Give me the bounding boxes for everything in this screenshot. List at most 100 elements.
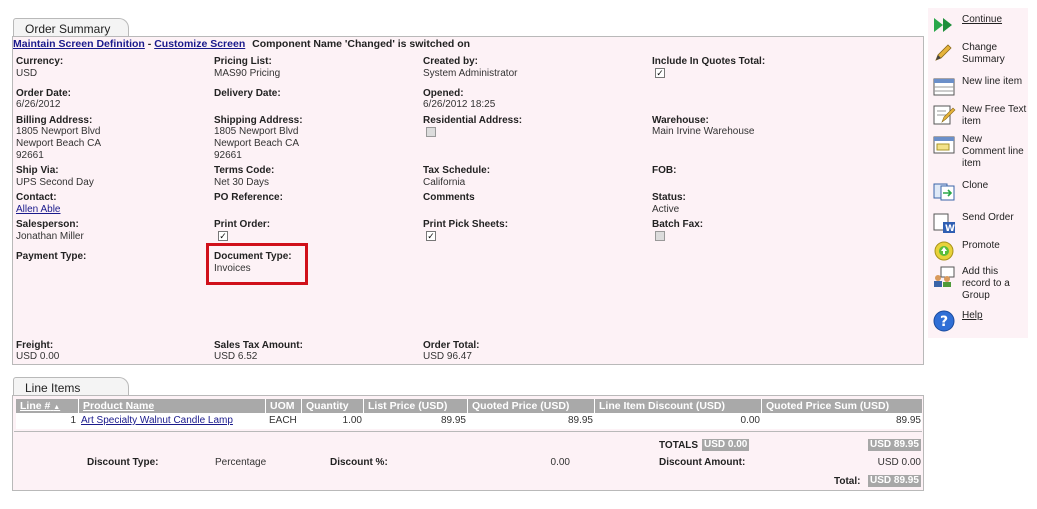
line-items-tab[interactable]: Line Items (13, 377, 129, 396)
discount-pct-label: Discount %: (330, 457, 388, 468)
discount-type-value: Percentage (215, 457, 267, 468)
totals-label: TOTALS (659, 440, 699, 451)
comments-label: Comments (423, 192, 475, 203)
help-action[interactable]: ? Help (932, 310, 1028, 332)
line-items-tab-label: Line Items (25, 381, 81, 395)
comment-table-icon (933, 136, 955, 154)
include-quotes-checkbox[interactable]: ✓ (655, 68, 665, 78)
billing-address-line1: 1805 Newport Blvd (16, 126, 101, 137)
print-pick-sheets-checkbox[interactable]: ✓ (426, 231, 436, 241)
edit-document-icon (933, 105, 956, 125)
document-type-value: Invoices (214, 263, 251, 274)
billing-address-line3: 92661 (16, 150, 44, 161)
row-product-link[interactable]: Art Specialty Walnut Candle Lamp (81, 415, 233, 426)
screen-links: Maintain Screen Definition - Customize S… (13, 38, 471, 50)
svg-text:W: W (945, 224, 955, 234)
print-order-label: Print Order: (214, 219, 271, 230)
component-notice: Component Name 'Changed' is switched on (252, 38, 471, 50)
currency-value: USD (16, 68, 38, 79)
row-line-number: 1 (70, 415, 76, 426)
column-product-name[interactable]: Product Name (79, 399, 266, 413)
new-line-item-action[interactable]: New line item (932, 76, 1028, 98)
delivery-date-label: Delivery Date: (214, 88, 281, 99)
pricing-list-value: MAS90 Pricing (214, 68, 281, 79)
warehouse-value: Main Irvine Warehouse (652, 126, 755, 137)
group-icon (934, 266, 955, 287)
row-quantity: 1.00 (342, 415, 362, 426)
sales-tax-value: USD 6.52 (214, 351, 258, 362)
maintain-screen-definition-link[interactable]: Maintain Screen Definition (13, 38, 145, 50)
fob-label: FOB: (652, 165, 677, 176)
opened-label: Opened: (423, 88, 464, 99)
column-list-price: List Price (USD) (364, 399, 468, 413)
currency-label: Currency: (16, 56, 64, 67)
table-icon (933, 78, 955, 96)
contact-label: Contact: (16, 192, 57, 203)
table-row: 1 Art Specialty Walnut Candle Lamp EACH … (16, 413, 922, 429)
batch-fax-checkbox[interactable] (655, 231, 665, 241)
column-line-number[interactable]: Line # ▲ (16, 399, 79, 413)
created-by-label: Created by: (423, 56, 479, 67)
clone-action[interactable]: Clone (932, 180, 1028, 202)
print-pick-sheets-label: Print Pick Sheets: (423, 219, 509, 230)
ship-via-label: Ship Via: (16, 165, 59, 176)
new-free-text-item-action[interactable]: New Free Text item (932, 104, 1028, 128)
shipping-address-line3: 92661 (214, 150, 242, 161)
row-list-price: 89.95 (440, 415, 466, 426)
line-items-header: Line # ▲ Product Name UOM Quantity List … (16, 399, 922, 413)
change-summary-action[interactable]: Change Summary (932, 42, 1028, 66)
po-reference-label: PO Reference: (214, 192, 283, 203)
row-quoted-price: 89.95 (567, 415, 593, 426)
terms-code-label: Terms Code: (214, 165, 275, 176)
order-date-value: 6/26/2012 (16, 99, 61, 110)
salesperson-label: Salesperson: (16, 219, 79, 230)
opened-value: 6/26/2012 18:25 (423, 99, 496, 110)
salesperson-value: Jonathan Miller (16, 231, 84, 242)
row-uom: EACH (269, 415, 297, 426)
continue-action[interactable]: Continue (932, 14, 1028, 36)
row-sum: 89.95 (895, 415, 921, 426)
shipping-address-line2: Newport Beach CA (214, 138, 300, 149)
column-line-item-discount: Line Item Discount (USD) (595, 399, 762, 413)
tax-schedule-label: Tax Schedule: (423, 165, 491, 176)
discount-total-badge: USD 0.00 (702, 439, 750, 451)
payment-type-label: Payment Type: (16, 251, 87, 262)
freight-label: Freight: (16, 340, 54, 351)
print-order-checkbox[interactable]: ✓ (218, 231, 228, 241)
order-date-label: Order Date: (16, 88, 72, 99)
sort-asc-icon: ▲ (53, 404, 61, 411)
include-quotes-label: Include In Quotes Total: (652, 56, 766, 67)
clone-icon (933, 183, 955, 201)
freight-value: USD 0.00 (16, 351, 60, 362)
residential-address-checkbox[interactable] (426, 127, 436, 137)
new-comment-line-item-action[interactable]: New Comment line item (932, 134, 1028, 170)
discount-amount-label: Discount Amount: (659, 457, 746, 468)
order-summary-tab-label: Order Summary (25, 22, 111, 36)
action-sidebar: Continue Change Summary New line item Ne… (928, 8, 1028, 338)
residential-address-label: Residential Address: (423, 115, 523, 126)
column-quoted-price: Quoted Price (USD) (468, 399, 595, 413)
sum-total-badge: USD 89.95 (868, 439, 921, 451)
order-summary-tab[interactable]: Order Summary (13, 18, 129, 37)
terms-code-value: Net 30 Days (214, 177, 270, 188)
sales-tax-label: Sales Tax Amount: (214, 340, 303, 351)
discount-type-label: Discount Type: (87, 457, 159, 468)
created-by-value: System Administrator (423, 68, 518, 79)
promote-coin-icon (934, 241, 954, 261)
fast-forward-icon (934, 18, 952, 32)
contact-link[interactable]: Allen Able (16, 204, 60, 215)
send-order-action[interactable]: W Send Order (932, 212, 1028, 234)
shipping-address-label: Shipping Address: (214, 115, 303, 126)
status-value: Active (652, 204, 680, 215)
discount-pct-value: 0.00 (550, 457, 570, 468)
warehouse-label: Warehouse: (652, 115, 709, 126)
promote-action[interactable]: Promote (932, 240, 1028, 262)
customize-screen-link[interactable]: Customize Screen (154, 38, 245, 50)
add-to-group-action[interactable]: Add this record to a Group (932, 266, 1028, 302)
tax-schedule-value: California (423, 177, 466, 188)
pencil-icon (935, 44, 952, 61)
billing-address-line2: Newport Beach CA (16, 138, 102, 149)
ship-via-value: UPS Second Day (16, 177, 94, 188)
pricing-list-label: Pricing List: (214, 56, 272, 67)
discount-amount-value: USD 0.00 (877, 457, 921, 468)
